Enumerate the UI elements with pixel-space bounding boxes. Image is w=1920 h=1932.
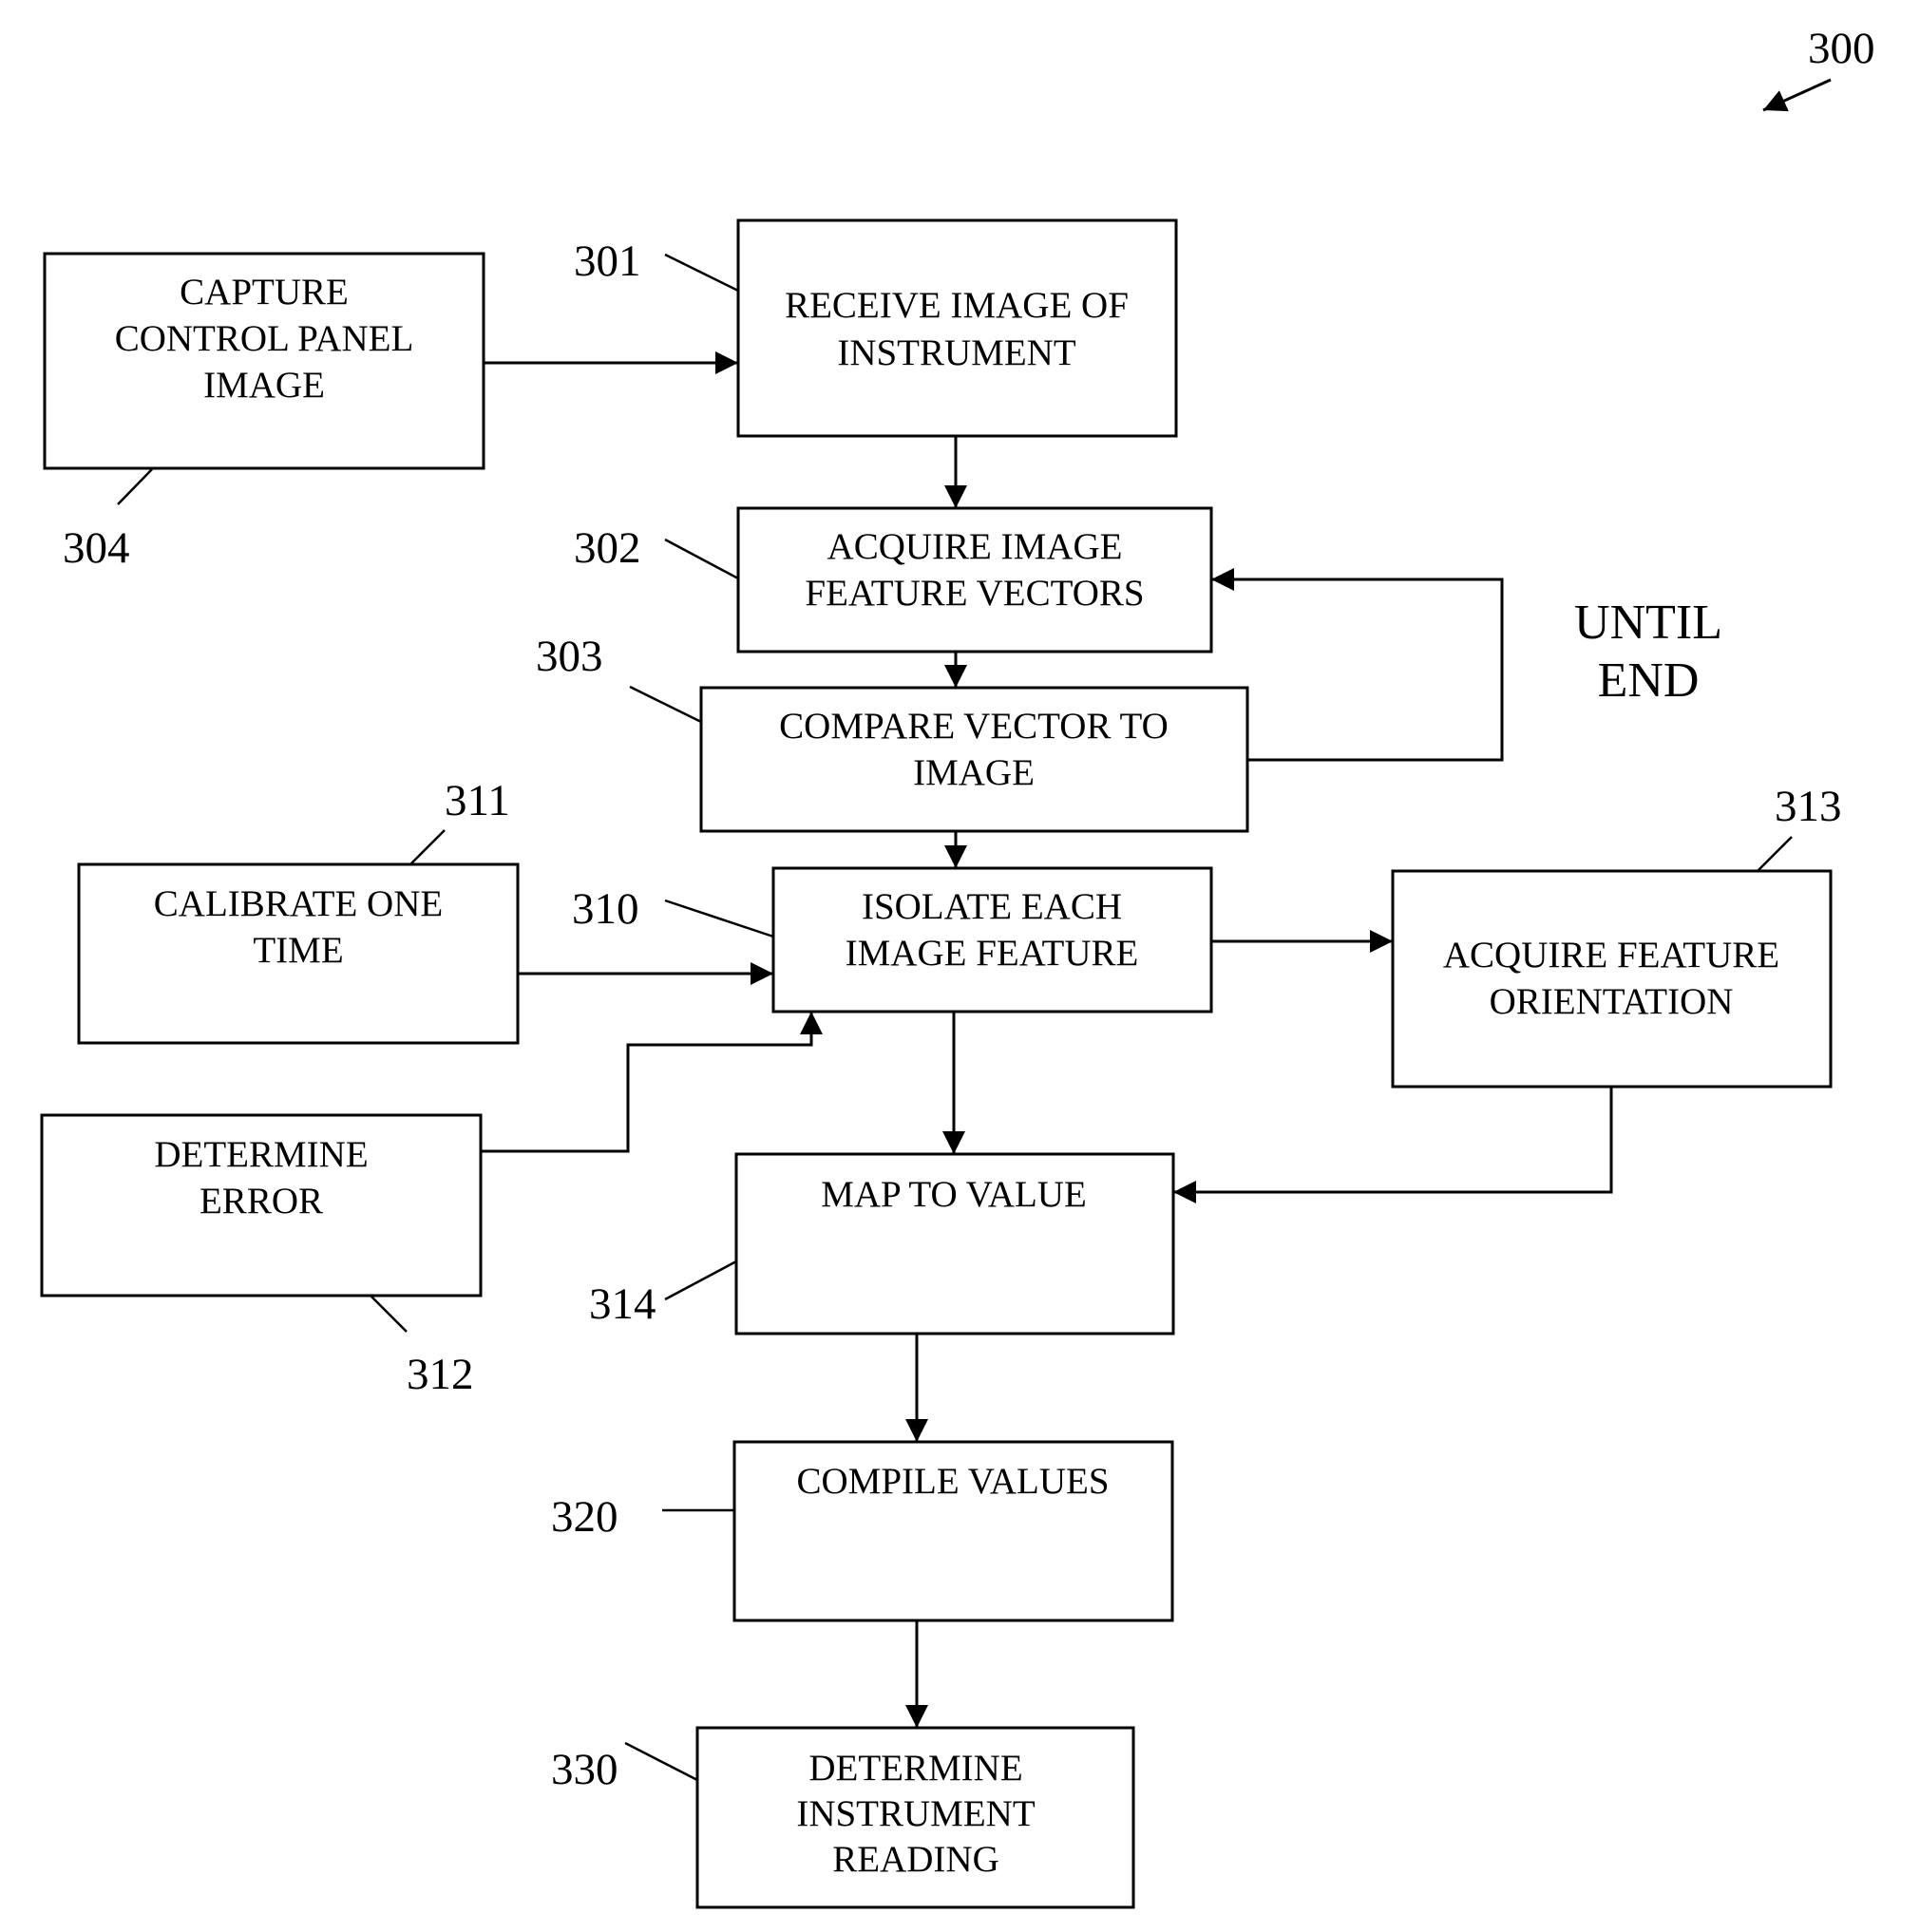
ref-label-314: 314 [589,1279,656,1329]
ref-label-311: 311 [445,776,510,825]
box-302-line-1: ACQUIRE IMAGE [827,526,1123,567]
box-302-line-2: FEATURE VECTORS [805,573,1144,614]
leader-304 [117,468,153,505]
leader-311 [409,829,446,865]
box-acquire-feature-orientation: ACQUIRE FEATURE ORIENTATION [1391,869,1833,1089]
loop-arrow-303-to-302 [1211,568,1504,762]
leader-302 [664,538,739,580]
box-compile-values: COMPILE VALUES [732,1440,1174,1622]
arrow-312-to-310 [481,1012,823,1153]
loop-note-line-1: UNTIL [1574,596,1722,650]
box-313-line-2: ORIENTATION [1490,981,1734,1022]
box-310-line-2: IMAGE FEATURE [846,933,1139,974]
box-map-to-value: MAP TO VALUE [734,1152,1175,1335]
box-301-line-2: INSTRUMENT [837,332,1076,373]
leader-303 [629,685,702,724]
box-311-line-1: CALIBRATE ONE [154,883,443,924]
box-isolate-each-image-feature: ISOLATE EACH IMAGE FEATURE [771,866,1213,1013]
figure-ref-label: 300 [1808,24,1875,73]
leader-310 [664,899,774,938]
box-compare-vector-to-image: COMPARE VECTOR TO IMAGE [699,686,1249,833]
box-312-line-2: ERROR [200,1181,323,1222]
ref-label-330: 330 [551,1745,618,1794]
box-312-line-1: DETERMINE [154,1134,368,1175]
loop-note-line-2: END [1598,653,1700,708]
ref-label-310: 310 [572,884,639,934]
box-acquire-image-feature-vectors: ACQUIRE IMAGE FEATURE VECTORS [736,506,1213,653]
box-314-line-1: MAP TO VALUE [821,1174,1087,1215]
ref-label-303: 303 [536,632,603,681]
box-304-line-2: CONTROL PANEL [115,318,414,359]
ref-label-304: 304 [63,523,130,573]
box-320-line-1: COMPILE VALUES [796,1461,1109,1502]
box-determine-instrument-reading: DETERMINE INSTRUMENT READING [695,1726,1135,1909]
box-310-line-1: ISOLATE EACH [862,886,1122,927]
ref-label-313: 313 [1775,782,1842,831]
box-313-line-1: ACQUIRE FEATURE [1443,935,1779,975]
leader-314 [664,1260,737,1301]
box-303-line-1: COMPARE VECTOR TO [779,706,1169,747]
leader-301 [664,253,739,293]
box-calibrate-one-time: CALIBRATE ONE TIME [77,862,520,1045]
figure-ref-arrow [1762,78,1832,112]
box-determine-error: DETERMINE ERROR [40,1113,483,1297]
leader-313 [1758,836,1793,871]
ref-label-301: 301 [574,237,641,286]
ref-label-302: 302 [574,523,641,573]
box-304-line-3: IMAGE [203,365,325,406]
box-311-line-2: TIME [253,930,343,971]
box-304-line-1: CAPTURE [180,272,349,313]
box-330-line-1: DETERMINE [808,1748,1022,1789]
ref-label-320: 320 [551,1492,618,1542]
leader-330 [624,1741,698,1782]
box-330-line-3: READING [832,1839,998,1880]
box-receive-image-of-instrument: RECEIVE IMAGE OF INSTRUMENT [736,218,1178,438]
arrow-313-to-314 [1173,1087,1613,1203]
leader-312 [370,1295,408,1333]
box-301-line-1: RECEIVE IMAGE OF [785,285,1129,326]
ref-label-312: 312 [407,1350,474,1399]
flowchart-300: 300 CAPTURE CONTROL PANEL IMAGE 304 RECE… [40,24,1875,1909]
box-330-line-2: INSTRUMENT [796,1793,1036,1834]
box-capture-control-panel-image: CAPTURE CONTROL PANEL IMAGE [43,252,485,470]
box-303-line-2: IMAGE [913,752,1035,793]
